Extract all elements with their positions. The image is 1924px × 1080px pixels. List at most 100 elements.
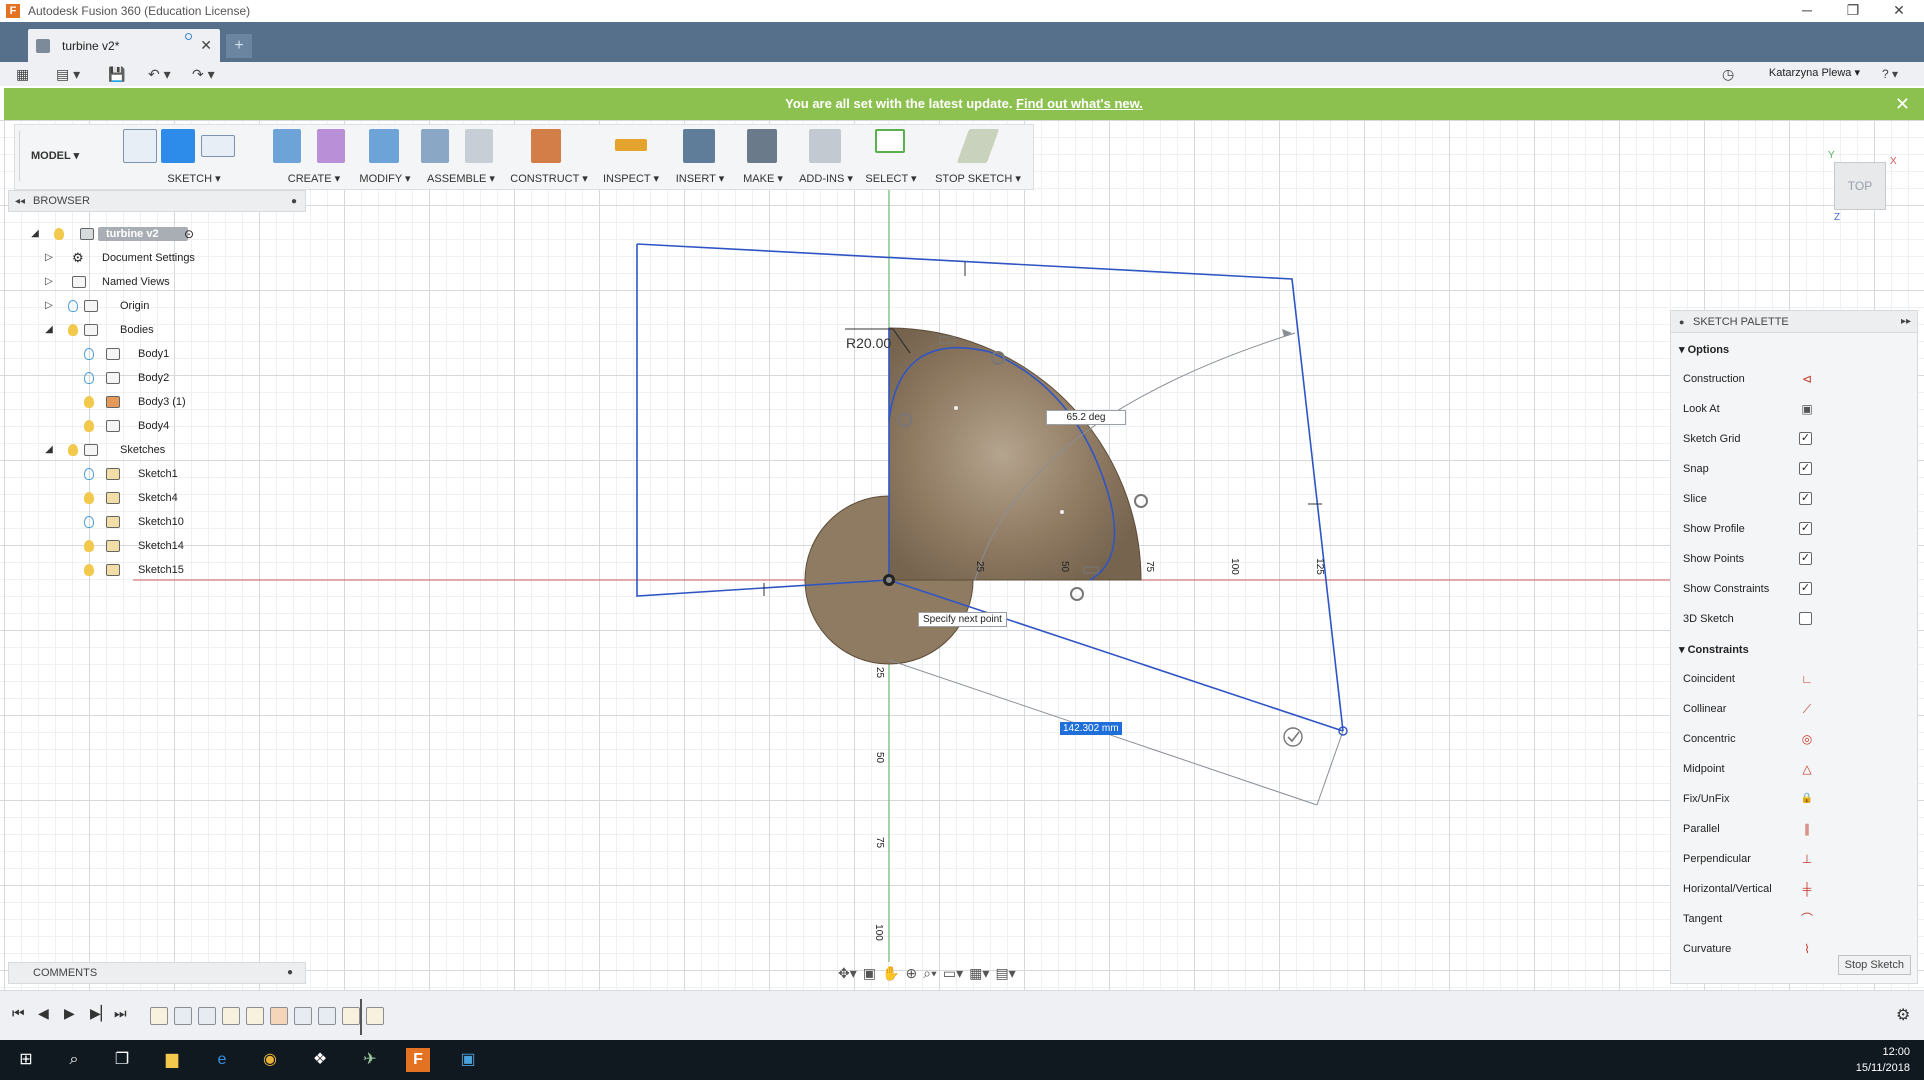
insert-menu[interactable]: INSERT ▾	[667, 125, 733, 189]
palette-pin-icon[interactable]: ●	[1679, 311, 1684, 333]
angle-dimension-input[interactable]: 65.2 deg	[1046, 410, 1126, 425]
browser-header[interactable]: ◂◂ BROWSER ●	[8, 190, 306, 212]
viewcube[interactable]: TOP	[1834, 162, 1886, 210]
inspect-menu[interactable]: INSPECT ▾	[595, 125, 667, 189]
go-to-start-icon[interactable]: ⏮	[12, 1005, 25, 1022]
constraint-curvature[interactable]: Curvature ⌇	[1683, 943, 1907, 953]
zoom-window-icon[interactable]: ⌕▾	[923, 965, 937, 982]
timeline-marker[interactable]	[360, 999, 362, 1035]
new-tab-button[interactable]: +	[226, 34, 252, 58]
checkbox[interactable]: ✓	[1799, 492, 1812, 505]
checkbox[interactable]: ✓	[1799, 582, 1812, 595]
create-menu[interactable]: CREATE ▾	[269, 125, 359, 189]
chrome-browser-icon[interactable]: ◉	[258, 1048, 282, 1072]
close-window-button[interactable]: ✕	[1876, 0, 1922, 22]
add-comment-icon[interactable]: ●	[287, 963, 293, 983]
data-panel-grid-icon[interactable]: ▦	[16, 64, 29, 84]
timeline-feature[interactable]	[342, 1007, 360, 1025]
timeline-feature[interactable]	[222, 1007, 240, 1025]
modify-menu[interactable]: MODIFY ▾	[357, 125, 413, 189]
timeline-feature[interactable]	[294, 1007, 312, 1025]
timeline-feature[interactable]	[246, 1007, 264, 1025]
timeline-settings-gear-icon[interactable]: ⚙	[1896, 1005, 1910, 1025]
constraint-concentric[interactable]: Concentric ◎	[1683, 732, 1907, 746]
fusion-taskbar-icon[interactable]: F	[406, 1048, 430, 1072]
checkbox[interactable]	[1799, 612, 1812, 625]
viewports-icon[interactable]: ▤▾	[995, 965, 1015, 982]
expand-palette-icon[interactable]: ▸▸	[1901, 311, 1911, 333]
look-at-icon[interactable]: ▣	[863, 965, 876, 982]
option-show-points[interactable]: Show Points ✓	[1683, 552, 1907, 565]
workspace-mode-dropdown[interactable]: MODEL ▾	[31, 149, 79, 162]
pin-icon[interactable]: ●	[291, 196, 297, 207]
option-sketch-grid[interactable]: Sketch Grid ✓	[1683, 432, 1907, 445]
constraint-coincident[interactable]: Coincident ∟	[1683, 672, 1907, 686]
option-look-at[interactable]: Look At ▣	[1683, 402, 1907, 416]
document-tab[interactable]: turbine v2* ✕	[28, 29, 220, 62]
activate-radio-icon[interactable]: ⊙	[184, 227, 194, 241]
sketch-menu[interactable]: SKETCH ▾	[119, 125, 269, 189]
add-ins-menu[interactable]: ADD-INS ▾	[793, 125, 859, 189]
edge-browser-icon[interactable]: e	[210, 1048, 234, 1072]
redo-icon[interactable]: ↷ ▾	[192, 64, 215, 84]
constraint-fix-unfix[interactable]: Fix/UnFix 🔒	[1683, 793, 1907, 805]
option-construction[interactable]: Construction ⊲	[1683, 372, 1907, 386]
length-dimension-input[interactable]: 142.302 mm	[1060, 722, 1122, 735]
constraint-horizontal-vertical[interactable]: Horizontal/Vertical ╪	[1683, 882, 1907, 896]
task-view-icon[interactable]: ❐	[110, 1048, 134, 1072]
step-forward-icon[interactable]: ▶▏	[90, 1005, 112, 1022]
constraint-perpendicular[interactable]: Perpendicular ⊥	[1683, 852, 1907, 866]
checkbox[interactable]: ✓	[1799, 462, 1812, 475]
checkbox[interactable]: ✓	[1799, 522, 1812, 535]
collapse-panel-icon[interactable]: ◂◂	[15, 196, 25, 207]
save-icon[interactable]: 💾	[108, 64, 125, 84]
constraint-collinear[interactable]: Collinear ⟋	[1683, 702, 1907, 716]
option-slice[interactable]: Slice ✓	[1683, 492, 1907, 505]
timeline-feature[interactable]	[174, 1007, 192, 1025]
option-show-constraints[interactable]: Show Constraints ✓	[1683, 582, 1907, 595]
constraint-parallel[interactable]: Parallel ∥	[1683, 822, 1907, 836]
timeline-feature[interactable]	[198, 1007, 216, 1025]
comments-panel[interactable]: COMMENTS ●	[8, 962, 306, 984]
whats-new-link[interactable]: Find out what's new.	[1016, 96, 1143, 111]
zoom-icon[interactable]: ⊕	[905, 965, 917, 982]
undo-icon[interactable]: ↶ ▾	[148, 64, 171, 84]
search-icon[interactable]: ⌕	[62, 1048, 86, 1072]
constraint-midpoint[interactable]: Midpoint △	[1683, 762, 1907, 776]
construct-menu[interactable]: CONSTRUCT ▾	[509, 125, 589, 189]
play-icon[interactable]: ▶	[64, 1005, 75, 1022]
option-snap[interactable]: Snap ✓	[1683, 462, 1907, 475]
stop-sketch-menu[interactable]: STOP SKETCH ▾	[923, 125, 1033, 189]
windows-start-icon[interactable]: ⊞	[14, 1048, 38, 1072]
close-tab-icon[interactable]: ✕	[200, 37, 212, 54]
job-status-clock-icon[interactable]: ◷	[1722, 64, 1734, 84]
file-explorer-icon[interactable]: ▆	[160, 1048, 184, 1072]
stop-sketch-button[interactable]: Stop Sketch	[1837, 955, 1911, 975]
close-notification-icon[interactable]: ✕	[1895, 88, 1910, 120]
pan-hand-icon[interactable]: ✋	[882, 965, 899, 982]
timeline-feature[interactable]	[150, 1007, 168, 1025]
step-back-icon[interactable]: ◀	[38, 1005, 49, 1022]
assemble-menu[interactable]: ASSEMBLE ▾	[413, 125, 509, 189]
help-icon[interactable]: ? ▾	[1882, 64, 1898, 84]
minimize-button[interactable]: ─	[1784, 0, 1830, 22]
app-icon[interactable]: ❖	[308, 1048, 332, 1072]
select-menu[interactable]: SELECT ▾	[859, 125, 923, 189]
system-clock[interactable]: 12:00 15/11/2018	[1856, 1044, 1910, 1076]
user-account-menu[interactable]: Katarzyna Plewa ▾	[1769, 66, 1860, 79]
maximize-button[interactable]: ❐	[1830, 0, 1876, 22]
palette-header[interactable]: ● SKETCH PALETTE ▸▸	[1671, 311, 1917, 333]
orbit-icon[interactable]: ✥▾	[838, 965, 857, 982]
timeline-feature[interactable]	[366, 1007, 384, 1025]
radius-dimension-label[interactable]: R20.00	[842, 334, 895, 352]
options-section-header[interactable]: ▾ Options	[1679, 343, 1729, 356]
checkbox[interactable]: ✓	[1799, 552, 1812, 565]
constraints-section-header[interactable]: ▾ Constraints	[1679, 643, 1749, 656]
checkbox[interactable]: ✓	[1799, 432, 1812, 445]
display-settings-icon[interactable]: ▭▾	[943, 965, 963, 982]
app-icon[interactable]: ✈	[358, 1048, 382, 1072]
make-menu[interactable]: MAKE ▾	[733, 125, 793, 189]
constraint-tangent[interactable]: Tangent ⌒	[1683, 912, 1907, 926]
timeline-feature[interactable]	[318, 1007, 336, 1025]
file-menu-icon[interactable]: ▤ ▾	[56, 64, 80, 84]
